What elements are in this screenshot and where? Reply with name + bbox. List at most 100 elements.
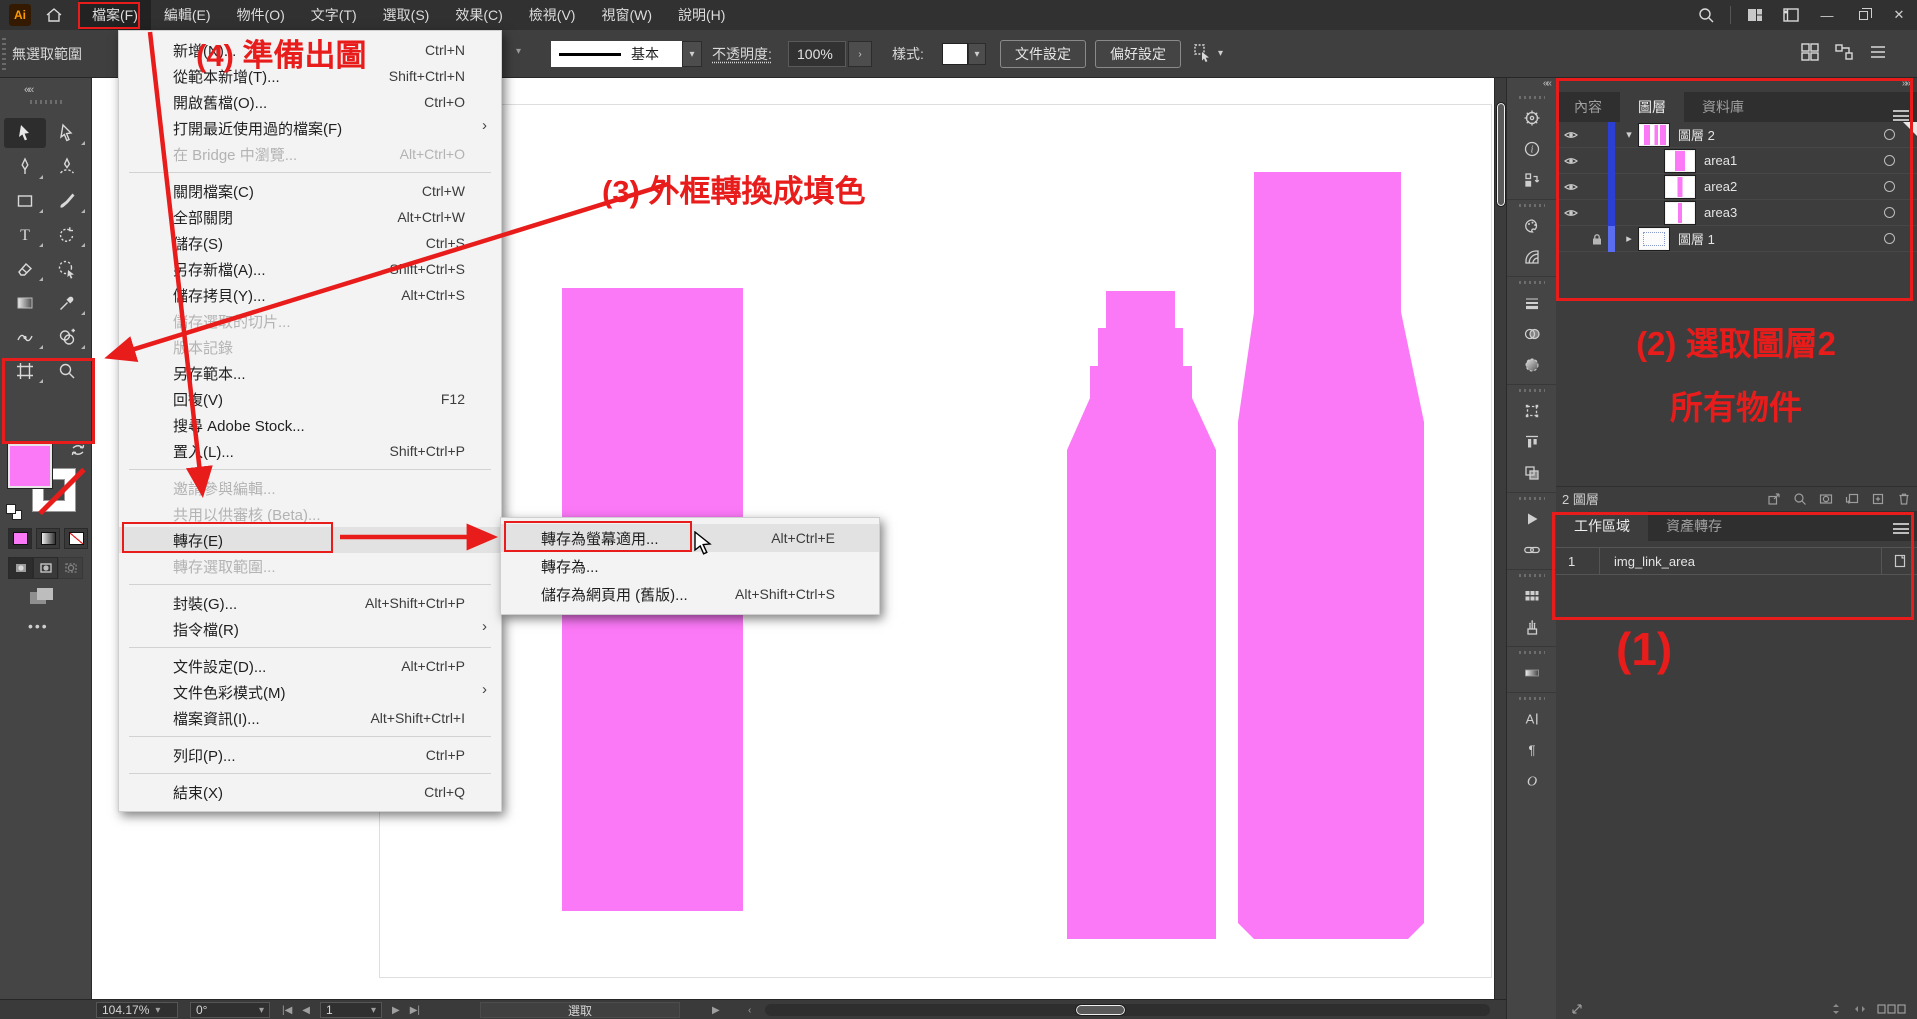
dock-grip[interactable]: [1519, 204, 1545, 207]
file-menu-item[interactable]: 在 Bridge 中瀏覽... Alt+Ctrl+O: [119, 141, 501, 167]
artboard-options-icon[interactable]: [1881, 548, 1917, 574]
layer-thumbnail[interactable]: [1639, 228, 1669, 250]
menubar-item[interactable]: 效果(C): [442, 0, 515, 30]
file-menu-item[interactable]: 從範本新增(T)... Shift+Ctrl+N: [119, 63, 501, 89]
workspace-switcher-icon[interactable]: [1737, 0, 1773, 30]
pathfinder-panel-icon[interactable]: [1507, 457, 1556, 488]
first-artboard-icon[interactable]: |◀: [282, 1005, 292, 1016]
zoom-tool[interactable]: [46, 356, 88, 386]
screen-mode-icon[interactable]: [28, 586, 56, 613]
align-panel-icon[interactable]: [1507, 426, 1556, 457]
menubar-item[interactable]: 文字(T): [298, 0, 370, 30]
file-menu-item[interactable]: 版本記錄: [119, 334, 501, 360]
width-tool[interactable]: [4, 322, 46, 352]
restore-button[interactable]: [1845, 0, 1881, 30]
layer-name[interactable]: area1: [1704, 153, 1884, 168]
layer-thumbnail[interactable]: [1639, 124, 1669, 146]
file-menu-item[interactable]: 共用以供審核 (Beta)...: [119, 501, 501, 527]
file-menu-item[interactable]: 轉存選取範圍...: [119, 553, 501, 579]
panel-tab[interactable]: 資料庫: [1684, 92, 1762, 122]
menubar-item[interactable]: 視窗(W): [588, 0, 665, 30]
selection-tool[interactable]: [4, 118, 46, 148]
rectangle-tool[interactable]: [4, 186, 46, 216]
panel-tab[interactable]: 資產轉存: [1648, 511, 1740, 541]
file-menu-item[interactable]: 文件色彩模式(M) ›: [119, 679, 501, 705]
eraser-tool[interactable]: [4, 254, 46, 284]
new-sublayer-icon[interactable]: [1839, 492, 1865, 506]
visibility-eye-icon[interactable]: [1556, 180, 1586, 194]
file-menu-item[interactable]: 文件設定(D)... Alt+Ctrl+P: [119, 653, 501, 679]
dock-grip[interactable]: [1519, 651, 1545, 654]
file-menu-item[interactable]: 邀請參與編輯...: [119, 475, 501, 501]
actions-panel-icon[interactable]: [1507, 164, 1556, 195]
panel-tab[interactable]: 內容: [1556, 92, 1620, 122]
last-artboard-icon[interactable]: ▶|: [410, 1005, 420, 1016]
menubar-item[interactable]: 編輯(E): [151, 0, 224, 30]
file-menu-item[interactable]: 指令檔(R) ›: [119, 616, 501, 642]
shape-area2[interactable]: [1067, 291, 1216, 939]
gradient-tool[interactable]: [4, 288, 46, 318]
layer-row[interactable]: area3: [1556, 200, 1917, 226]
file-menu-item[interactable]: 儲存拷貝(Y)... Alt+Ctrl+S: [119, 282, 501, 308]
new-layer-icon[interactable]: [1865, 492, 1891, 506]
opacity-input[interactable]: 100%: [788, 41, 846, 67]
controlbar-grip[interactable]: [2, 38, 6, 70]
diagonal-resize-icon[interactable]: [1570, 1002, 1584, 1016]
gradient-panel-icon[interactable]: [1507, 349, 1556, 380]
collect-for-export-icon[interactable]: [1761, 492, 1787, 506]
hamburger-icon[interactable]: [1868, 42, 1888, 62]
expand-chevron-icon[interactable]: ▾: [1619, 128, 1639, 141]
brushes-panel-icon[interactable]: [1507, 611, 1556, 642]
layer-row[interactable]: area1: [1556, 148, 1917, 174]
menubar-item[interactable]: 選取(S): [370, 0, 443, 30]
dock-grip[interactable]: [1519, 389, 1545, 392]
transparency-panel-icon[interactable]: [1507, 318, 1556, 349]
file-menu-item[interactable]: 置入(L)... Shift+Ctrl+P: [119, 438, 501, 464]
home-icon[interactable]: [45, 6, 63, 24]
fill-color-swatch[interactable]: [8, 444, 52, 488]
menubar-item[interactable]: 說明(H): [665, 0, 738, 30]
file-menu-item[interactable]: 列印(P)... Ctrl+P: [119, 742, 501, 768]
tools-grip[interactable]: [30, 100, 62, 104]
layer-target-circle[interactable]: [1884, 155, 1895, 166]
preferences-button[interactable]: 偏好設定: [1095, 40, 1181, 68]
visibility-eye-icon[interactable]: [1556, 128, 1586, 142]
visibility-eye-icon[interactable]: [1556, 206, 1586, 220]
default-fill-stroke-icon[interactable]: [6, 504, 22, 520]
select-similar-icon[interactable]: ▾: [1192, 42, 1223, 64]
pen-tool[interactable]: [4, 152, 46, 182]
export-submenu-item[interactable]: 儲存為網頁用 (舊版)... Alt+Shift+Ctrl+S: [501, 580, 879, 608]
horizontal-scrollbar[interactable]: [765, 1004, 1490, 1016]
layer-target-circle[interactable]: [1884, 129, 1895, 140]
search-icon[interactable]: [1688, 0, 1724, 30]
document-setup-button[interactable]: 文件設定: [1000, 40, 1086, 68]
layer-name[interactable]: 圖層 2: [1678, 125, 1884, 144]
arrange-documents-icon[interactable]: [1773, 0, 1809, 30]
scroll-up-down-icon[interactable]: [1829, 1002, 1843, 1016]
dock-grip[interactable]: [1519, 497, 1545, 500]
minimize-button[interactable]: —: [1809, 0, 1845, 30]
color-guide-panel-icon[interactable]: [1507, 241, 1556, 272]
style-chevron-icon[interactable]: ▾: [968, 43, 986, 65]
symbols-panel-icon[interactable]: [1507, 102, 1556, 133]
expand-dock-icon[interactable]: ««: [1507, 78, 1556, 92]
draw-inside-icon[interactable]: [58, 557, 83, 579]
layer-thumbnail[interactable]: [1665, 202, 1695, 224]
rotation-select[interactable]: 0° ▾: [190, 1002, 270, 1018]
artboards-panel-menu-icon[interactable]: [1893, 523, 1909, 534]
file-menu-item[interactable]: 全部關閉 Alt+Ctrl+W: [119, 204, 501, 230]
delete-layer-icon[interactable]: [1891, 492, 1917, 506]
file-menu-item[interactable]: 儲存選取的切片...: [119, 308, 501, 334]
document-info-panel-icon[interactable]: i: [1507, 133, 1556, 164]
visibility-eye-icon[interactable]: [1556, 154, 1586, 168]
expand-chevron-icon[interactable]: ▸: [1619, 232, 1639, 245]
close-button[interactable]: ✕: [1881, 0, 1917, 30]
eyedropper-tool[interactable]: [46, 288, 88, 318]
export-submenu-item[interactable]: 轉存為螢幕適用... Alt+Ctrl+E: [501, 524, 879, 552]
export-submenu-item[interactable]: 轉存為...: [501, 552, 879, 580]
layer-thumbnail[interactable]: [1665, 150, 1695, 172]
opacity-expand-icon[interactable]: ›: [848, 41, 872, 67]
direct-selection-tool[interactable]: [46, 118, 88, 148]
layer-thumbnail[interactable]: [1665, 176, 1695, 198]
locate-object-icon[interactable]: [1787, 492, 1813, 506]
